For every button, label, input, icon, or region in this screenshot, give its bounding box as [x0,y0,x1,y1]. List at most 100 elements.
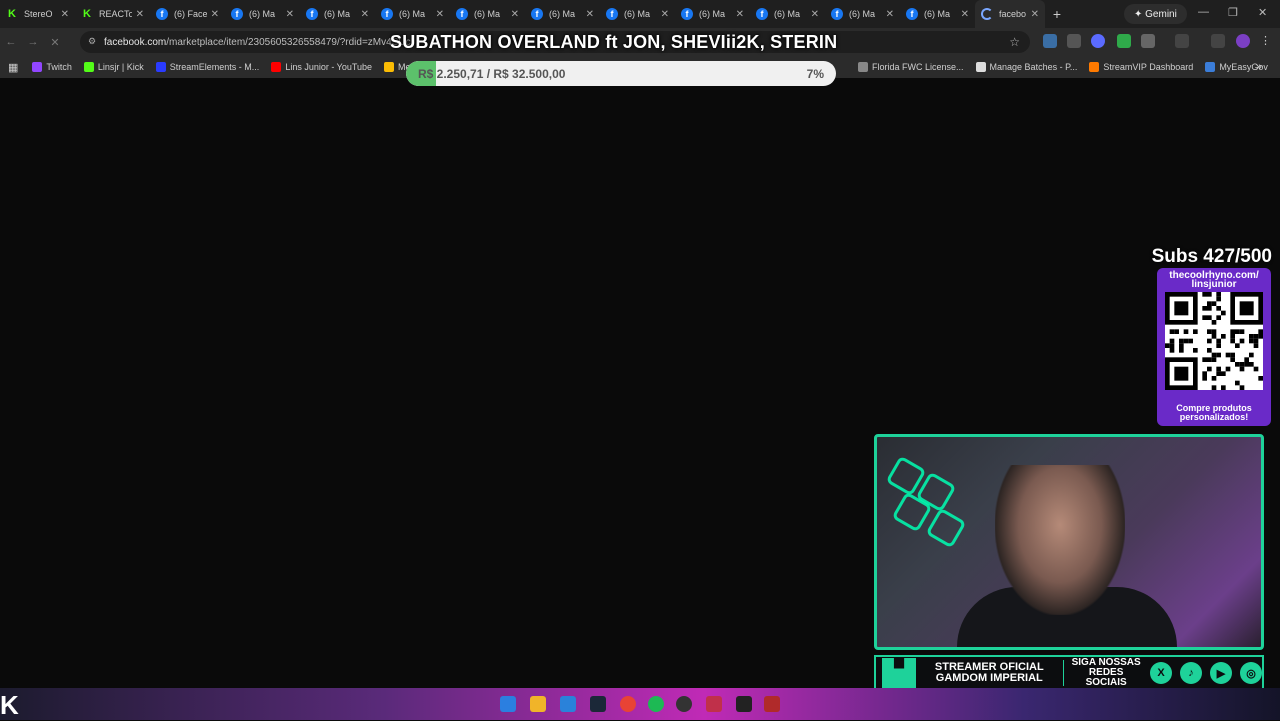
close-tab-icon[interactable]: ✕ [286,9,294,20]
system-tray[interactable] [1266,692,1268,701]
close-tab-icon[interactable]: ✕ [586,9,594,20]
bookmark-label: Twitch [46,62,72,72]
site-info-icon[interactable]: ⚙ [88,36,96,47]
facebook-icon: f [231,8,243,20]
back-icon[interactable]: ← [0,36,22,48]
browser-tab[interactable]: f (6) Ma ✕ [225,0,300,28]
kick-icon: K [83,8,91,20]
browser-tab[interactable]: f (6) Ma ✕ [375,0,450,28]
minimize-icon[interactable]: — [1198,6,1209,18]
more-bookmarks-icon[interactable]: » [1256,61,1262,73]
loading-icon [981,8,993,20]
browser-tab[interactable]: f (6) Ma ✕ [300,0,375,28]
app-icon[interactable] [764,696,780,712]
bookmark-item[interactable]: Florida FWC License... [858,62,964,72]
close-tab-icon[interactable]: ✕ [811,9,819,20]
close-tab-icon[interactable]: ✕ [511,9,519,20]
extension-icon[interactable] [1091,34,1105,48]
close-tab-icon[interactable]: ✕ [361,9,369,20]
facebook-icon: f [606,8,618,20]
close-tab-icon[interactable]: ✕ [961,9,969,20]
gemini-button[interactable]: ✦ Gemini [1124,4,1187,24]
tab-label: REACTo [99,9,132,19]
stop-loading-icon[interactable]: ✕ [44,36,66,49]
new-tab-icon[interactable]: + [1045,6,1069,22]
spotify-icon[interactable] [648,696,664,712]
tab-label: (6) Ma [324,9,351,19]
bookmark-item[interactable]: StreamElements - M... [155,62,259,72]
divider [1062,660,1065,686]
close-window-icon[interactable]: ✕ [1258,6,1267,19]
youtube-icon: ▶ [1210,662,1232,684]
bookmark-item[interactable]: Twitch [32,62,72,72]
tab-label: (6) Ma [399,9,426,19]
close-tab-icon[interactable]: ✕ [1031,9,1039,20]
browser-tab[interactable]: f (6) Ma ✕ [825,0,900,28]
browser-tab[interactable]: K REACTo ✕ [75,0,150,28]
browser-tab[interactable]: f (6) Ma ✕ [600,0,675,28]
tab-label: (6) Ma [849,9,876,19]
steam-icon[interactable] [590,696,606,712]
facebook-icon: f [681,8,693,20]
bookmark-item[interactable]: StreamVIP Dashboard [1089,62,1193,72]
bookmark-favicon-icon [271,62,282,72]
close-tab-icon[interactable]: ✕ [436,9,444,20]
browser-tab[interactable]: K StereO ✕ [0,0,75,28]
side-panel-icon[interactable] [1175,34,1189,48]
app-icon[interactable] [706,696,722,712]
obs-icon[interactable] [676,696,692,712]
close-tab-icon[interactable]: ✕ [736,9,744,20]
gamdom-logo [882,658,917,688]
bookmark-favicon-icon [83,62,94,72]
file-explorer-icon[interactable] [530,696,546,712]
bookmark-favicon-icon [32,62,43,72]
tab-label: (6) Ma [699,9,726,19]
bookmark-star-icon[interactable]: ☆ [1009,35,1020,49]
menu-icon[interactable]: ⋮ [1260,34,1274,48]
tab-bar: K StereO ✕ K REACTo ✕ f (6) Face ✕ f (6) Ma ✕ f (6) M… [0,0,1280,28]
downloads-icon[interactable] [1211,34,1225,48]
hex-light [925,507,967,549]
browser-tab[interactable]: f (6) Face ✕ [150,0,225,28]
browser-tab[interactable]: facebo ✕ [975,0,1045,28]
qr-code [1165,292,1263,390]
start-icon[interactable] [500,696,516,712]
sponsor-banner: STREAMER OFICIAL GAMDOM IMPERIAL SIGA NO… [874,655,1264,691]
facebook-icon: f [381,8,393,20]
extension-icon[interactable] [1043,34,1057,48]
avatar[interactable] [1236,34,1250,48]
terminal-icon[interactable] [736,696,752,712]
extension-icon[interactable] [1117,34,1131,48]
bookmark-favicon-icon [384,62,395,72]
close-tab-icon[interactable]: ✕ [136,9,144,20]
browser-tab[interactable]: f (6) Ma ✕ [750,0,825,28]
chrome-icon[interactable] [620,696,636,712]
grammarly-icon[interactable] [1067,34,1081,48]
bookmark-favicon-icon [1089,62,1100,72]
qr-url: thecoolrhyno.com/ linsjunior [1169,270,1259,290]
close-tab-icon[interactable]: ✕ [886,9,894,20]
subs-counter: Subs 427/500 [1151,246,1272,267]
apps-grid-icon[interactable]: ▦ [8,61,18,74]
bookmark-favicon-icon [975,62,986,72]
close-tab-icon[interactable]: ✕ [211,9,219,20]
browser-tab[interactable]: f (6) Ma ✕ [450,0,525,28]
puzzle-icon[interactable] [1141,34,1155,48]
forward-icon[interactable]: → [22,36,44,48]
vscode-icon[interactable] [560,696,576,712]
browser-tab[interactable]: f (6) Ma ✕ [525,0,600,28]
restore-icon[interactable]: ❐ [1228,6,1238,19]
close-tab-icon[interactable]: ✕ [61,9,69,20]
bookmark-label: Linsjr | Kick [97,62,144,72]
bookmark-item[interactable]: Manage Batches - P... [975,62,1077,72]
facebook-icon: f [756,8,768,20]
close-tab-icon[interactable]: ✕ [661,9,669,20]
tab-label: (6) Ma [624,9,651,19]
kick-logo: K [0,690,19,720]
facebook-icon: f [906,8,918,20]
bookmark-item[interactable]: Lins Junior - YouTube [271,62,372,72]
bookmark-item[interactable]: Linsjr | Kick [83,62,144,72]
browser-tab[interactable]: f (6) Ma ✕ [675,0,750,28]
tab-label: (6) Ma [924,9,951,19]
browser-tab[interactable]: f (6) Ma ✕ [900,0,975,28]
